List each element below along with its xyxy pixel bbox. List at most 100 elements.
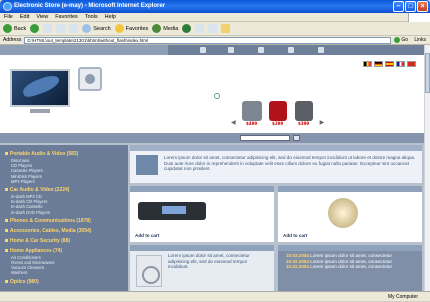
category-group: Phones & Communications (1878) xyxy=(5,218,127,225)
media-button[interactable]: Media xyxy=(152,24,178,33)
news-date: 10.02.2004 xyxy=(286,264,309,270)
windows-logo-icon xyxy=(408,13,430,22)
print-button[interactable] xyxy=(208,24,218,33)
category-sidebar: Portable Audio & Video (583) Discmans CD P… xyxy=(0,145,128,291)
category-group: Portable Audio & Video (583) Discmans CD P… xyxy=(5,151,127,184)
help-icon[interactable] xyxy=(318,47,324,53)
language-flags xyxy=(363,61,416,67)
news-item[interactable]: 10.02.2004 Lorem ipsum dolor sit amet, c… xyxy=(286,264,416,270)
category-group: Accessories, Cables, Media (3054) xyxy=(5,228,127,235)
menu-view[interactable]: View xyxy=(36,13,48,21)
add-to-cart-link[interactable]: Add to cart xyxy=(135,233,159,238)
cart-icon[interactable] xyxy=(228,47,234,53)
flag-switzerland-icon[interactable] xyxy=(407,61,416,67)
category-group: Home Appliances (74) Air Conditioners Oven… xyxy=(5,248,127,276)
media-icon xyxy=(152,24,162,33)
news-date: 10.02.2004 xyxy=(286,258,309,264)
search-button[interactable]: Search xyxy=(82,24,111,33)
add-to-cart-link[interactable]: Add to cart xyxy=(283,233,307,238)
feature-box: Lorem ipsum dolor sit amet, consectetur … xyxy=(130,245,274,291)
prev-arrow-icon[interactable]: ◀ xyxy=(231,119,236,126)
search-input[interactable] xyxy=(240,135,290,141)
links-button[interactable]: Links xyxy=(410,36,430,44)
flag-germany-icon[interactable] xyxy=(374,61,383,67)
washer-image[interactable] xyxy=(136,255,162,287)
category-link[interactable]: Accessories, Cables, Media (3054) xyxy=(5,228,127,235)
category-link[interactable]: Optics (980) xyxy=(5,279,127,286)
toolbar: Back Search Favorites Media xyxy=(0,22,430,36)
search-button[interactable] xyxy=(293,135,300,141)
intro-panel: Lorem ipsum dolor sit amet, consectetur … xyxy=(130,145,422,183)
vertical-scrollbar[interactable] xyxy=(424,45,430,291)
favorites-button[interactable]: Favorites xyxy=(114,24,148,33)
subcategory-link[interactable]: Washers xyxy=(5,270,127,275)
maximize-button[interactable]: □ xyxy=(405,1,416,12)
home-icon[interactable] xyxy=(200,47,206,53)
product-item[interactable]: $399 xyxy=(293,101,315,126)
camera-icon xyxy=(241,101,262,121)
scroll-thumb[interactable] xyxy=(425,53,430,93)
category-link[interactable]: Car Audio & Video (2224) xyxy=(5,187,127,194)
refresh-button[interactable] xyxy=(56,24,66,33)
go-arrow-icon xyxy=(394,37,401,43)
news-list: 10.02.2004 Lorem ipsum dolor sit amet, c… xyxy=(286,253,416,270)
product-item[interactable]: $499 xyxy=(241,101,263,126)
subcategory-link[interactable]: MP3 Players xyxy=(5,179,127,184)
address-bar: Address D:\HTML\out_template\21301\bhtmt… xyxy=(0,36,430,45)
star-icon xyxy=(114,24,124,33)
category-group: Home & Car Security (88) xyxy=(5,238,127,245)
minimize-button[interactable]: – xyxy=(393,1,404,12)
flag-france-icon[interactable] xyxy=(396,61,405,67)
subcategory-link[interactable]: In-dash DVD Players xyxy=(5,210,127,215)
flag-spain-icon[interactable] xyxy=(385,61,394,67)
menu-tools[interactable]: Tools xyxy=(85,13,98,21)
flag-belgium-icon[interactable] xyxy=(363,61,372,67)
menu-favorites[interactable]: Favorites xyxy=(55,13,78,21)
news-text: Lorem ipsum dolor sit amet, consectetur xyxy=(310,264,392,270)
featured-products: ◀ $499 $299 $399 ▶ xyxy=(230,101,325,126)
handbag-icon xyxy=(268,101,287,121)
address-input[interactable]: D:\HTML\out_template\21301\bhtmt\without… xyxy=(24,37,392,44)
next-arrow-icon[interactable]: ▶ xyxy=(320,119,325,126)
account-icon[interactable] xyxy=(258,47,264,53)
product-card: Add to cart xyxy=(278,186,422,242)
window-controls: – □ × xyxy=(393,1,428,12)
forward-button[interactable] xyxy=(30,24,40,33)
category-link[interactable]: Phones & Communications (1878) xyxy=(5,218,127,225)
top-nav xyxy=(0,45,424,55)
go-button[interactable]: Go xyxy=(394,36,410,44)
speaker-image xyxy=(78,67,102,91)
intro-text: Lorem ipsum dolor sit amet, consectetur … xyxy=(164,155,416,172)
menu-help[interactable]: Help xyxy=(105,13,116,21)
news-date: 10.02.2004 xyxy=(286,253,309,258)
discman-image[interactable] xyxy=(328,198,358,228)
mail-icon[interactable] xyxy=(288,47,294,53)
category-link[interactable]: Portable Audio & Video (583) xyxy=(5,151,127,158)
product-item[interactable]: $299 xyxy=(267,101,289,126)
folder-button[interactable] xyxy=(221,24,231,33)
compass-icon xyxy=(214,93,220,99)
category-link[interactable]: Home & Car Security (88) xyxy=(5,238,127,245)
menu-file[interactable]: File xyxy=(4,13,13,21)
category-group: Optics (980) xyxy=(5,279,127,286)
search-icon xyxy=(82,24,92,33)
window-titlebar: Electronic Store (e-may) - Microsoft Int… xyxy=(0,0,430,13)
web-page: ◀ $499 $299 $399 ▶ Portable Audio & Vide… xyxy=(0,45,424,291)
category-group: Car Audio & Video (2224) In-dash MP3 CD In… xyxy=(5,187,127,215)
feature-text: Lorem ipsum dolor sit amet, consectetur … xyxy=(168,253,250,270)
car-radio-image[interactable] xyxy=(138,202,206,220)
status-bar: My Computer xyxy=(0,291,430,301)
menu-edit[interactable]: Edit xyxy=(20,13,29,21)
menu-bar: File Edit View Favorites Tools Help xyxy=(0,13,430,22)
category-link[interactable]: Home Appliances (74) xyxy=(5,248,127,255)
main-content: Lorem ipsum dolor sit amet, consectetur … xyxy=(128,145,424,291)
history-button[interactable] xyxy=(182,24,192,33)
stop-button[interactable] xyxy=(43,24,53,33)
home-button[interactable] xyxy=(69,24,79,33)
back-button[interactable]: Back xyxy=(3,24,26,33)
news-text: Lorem ipsum dolor sit amet, consectetur xyxy=(310,253,392,258)
intro-thumbnail xyxy=(136,155,158,175)
hero-banner: ◀ $499 $299 $399 ▶ xyxy=(0,55,424,133)
close-button[interactable]: × xyxy=(417,1,428,12)
mail-button[interactable] xyxy=(195,24,205,33)
